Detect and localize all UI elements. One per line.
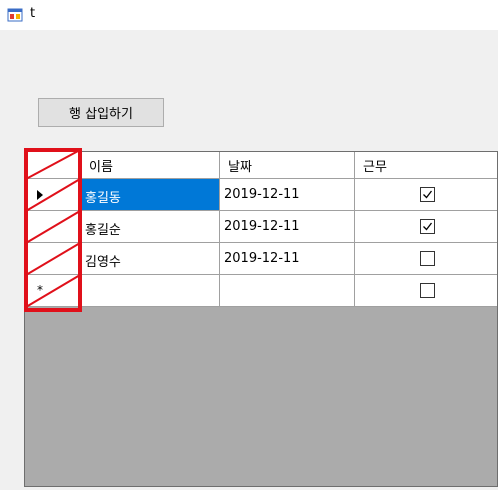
check-icon [423,222,433,231]
new-row-marker: * [37,283,43,297]
title-bar: t [0,0,498,30]
data-grid[interactable]: 이름 날짜 근무 홍길동 2019-12-11 홍길순 2019-12-11 김… [24,151,498,487]
name-cell[interactable] [81,275,220,307]
table-row[interactable]: 김영수 2019-12-11 [25,243,497,275]
work-cell [355,211,497,243]
column-header-name[interactable]: 이름 [81,152,220,179]
name-cell[interactable]: 김영수 [81,243,220,275]
insert-row-button[interactable]: 행 삽입하기 [38,98,164,127]
grid-header-row: 이름 날짜 근무 [25,152,497,179]
work-cell [355,179,497,211]
window-title: t [30,6,36,21]
column-header-work[interactable]: 근무 [355,152,497,179]
current-row-arrow-icon [37,190,43,200]
column-header-date[interactable]: 날짜 [220,152,355,179]
row-header-cell[interactable]: * [25,275,81,307]
work-checkbox[interactable] [420,283,435,298]
work-cell [355,243,497,275]
name-cell[interactable]: 홍길동 [81,179,220,211]
row-header-cell[interactable] [25,179,81,211]
header-corner-cell[interactable] [25,152,81,179]
row-header-cell[interactable] [25,211,81,243]
date-cell[interactable] [220,275,355,307]
row-header-cell[interactable] [25,243,81,275]
app-icon [7,8,23,22]
date-cell[interactable]: 2019-12-11 [220,179,355,211]
new-row[interactable]: * [25,275,497,307]
table-row[interactable]: 홍길동 2019-12-11 [25,179,497,211]
work-checkbox[interactable] [420,187,435,202]
date-cell[interactable]: 2019-12-11 [220,211,355,243]
work-checkbox[interactable] [420,219,435,234]
table-row[interactable]: 홍길순 2019-12-11 [25,211,497,243]
date-cell[interactable]: 2019-12-11 [220,243,355,275]
check-icon [423,190,433,199]
work-checkbox[interactable] [420,251,435,266]
work-cell [355,275,497,307]
name-cell[interactable]: 홍길순 [81,211,220,243]
